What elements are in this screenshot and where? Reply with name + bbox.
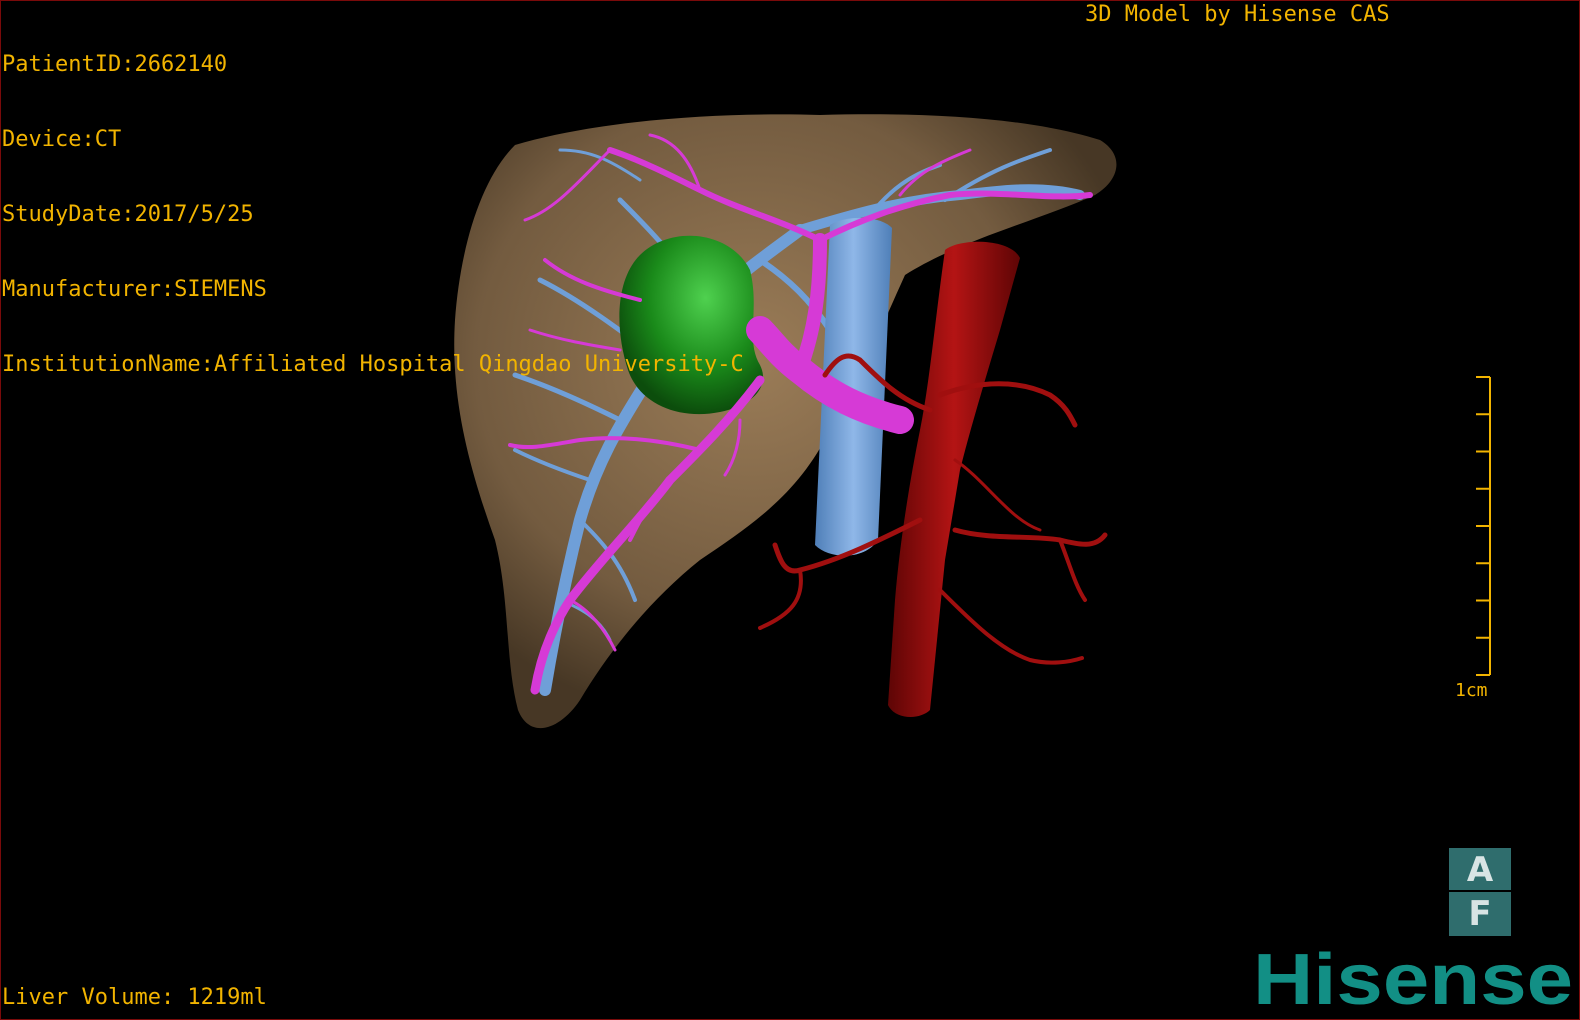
- orientation-indicator[interactable]: A F: [1449, 848, 1511, 936]
- institution-text: InstitutionName:Affiliated Hospital Qing…: [2, 352, 744, 377]
- orientation-foot-label: F: [1468, 894, 1492, 934]
- patient-id-text: PatientID:2662140: [2, 52, 228, 77]
- model-title: 3D Model by Hisense CAS: [1085, 2, 1390, 27]
- scale-bar: [1476, 376, 1491, 676]
- hisense-logo: Hisense: [1253, 946, 1573, 1016]
- device-text: Device:CT: [2, 127, 122, 152]
- manufacturer-text: Manufacturer:SIEMENS: [2, 277, 267, 302]
- dicom-info-panel: PatientID:2662140 Device:CT StudyDate:20…: [2, 2, 744, 402]
- orientation-anterior-label: A: [1449, 848, 1511, 892]
- study-date-text: StudyDate:2017/5/25: [2, 202, 254, 227]
- scale-bar-label: 1cm: [1455, 680, 1488, 701]
- hisense-logo-text: Hisense: [1253, 946, 1573, 1016]
- liver-volume-text: Liver Volume: 1219ml: [2, 985, 267, 1010]
